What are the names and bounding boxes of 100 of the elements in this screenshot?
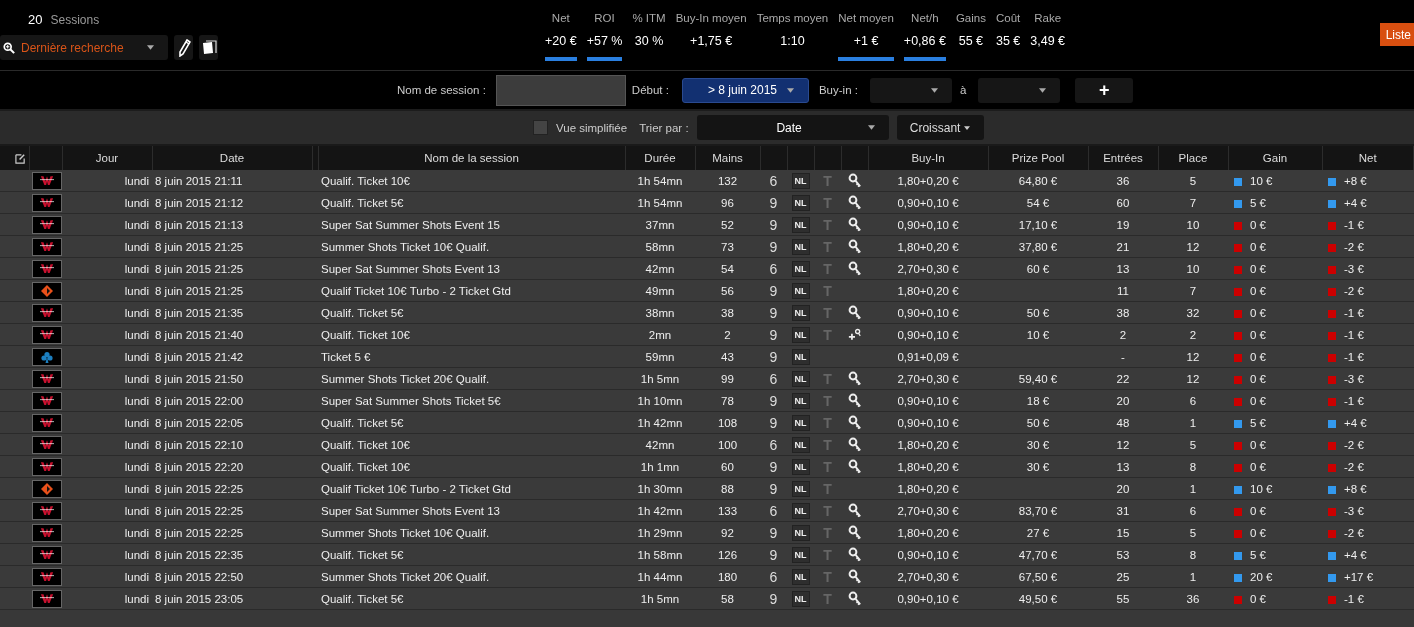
net-cell: -3 € <box>1344 262 1364 275</box>
stat-label: Net/h <box>911 11 939 26</box>
stat-label: Coût <box>995 11 1021 26</box>
column-header[interactable]: Nom de la session <box>318 146 625 170</box>
search-dropdown[interactable]: Dernière recherche <box>0 35 168 60</box>
gain-cell: 0 € <box>1250 284 1266 297</box>
simplified-checkbox[interactable] <box>533 120 548 135</box>
day-cell: lundi <box>62 235 152 258</box>
column-header[interactable]: Prize Pool <box>988 146 1088 170</box>
buyin-label: Buy-in : <box>818 84 858 96</box>
column-header[interactable]: Gain <box>1228 146 1322 170</box>
entries-cell: 38 <box>1088 301 1158 324</box>
room-logo-icon <box>32 589 62 608</box>
column-header[interactable]: Durée <box>625 146 695 170</box>
net-cell: -1 € <box>1344 218 1364 231</box>
place-cell: 2 <box>1158 323 1228 346</box>
entries-cell: 13 <box>1088 257 1158 280</box>
stat-label: Net <box>551 11 570 26</box>
hands-cell: 54 <box>695 257 760 280</box>
hands-cell: 108 <box>695 411 760 434</box>
table-size-cell: 9 <box>760 301 787 324</box>
day-cell: lundi <box>62 433 152 456</box>
copy-button[interactable] <box>199 35 218 60</box>
buyin-cell: 0,90+0,10 € <box>868 323 988 346</box>
prize-pool-cell: 18 € <box>1026 394 1050 407</box>
table-size-cell: 9 <box>760 477 787 500</box>
table-size-cell: 9 <box>760 279 787 302</box>
hands-cell: 58 <box>695 587 760 610</box>
place-cell: 5 <box>1158 170 1228 192</box>
session-name-cell: Super Sat Summer Shots Ticket 5€ <box>318 389 625 412</box>
start-dropdown[interactable]: > 8 juin 2015 <box>681 77 809 103</box>
prize-pool-cell: 30 € <box>1026 460 1050 473</box>
date-cell: 8 juin 2015 21:25 <box>152 235 312 258</box>
table-size-cell: 6 <box>760 170 787 192</box>
gain-cell: 0 € <box>1250 218 1266 231</box>
room-logo-icon <box>32 413 62 432</box>
edit-button[interactable] <box>174 35 193 60</box>
entries-cell: 60 <box>1088 191 1158 214</box>
column-header[interactable]: Buy-In <box>868 146 988 170</box>
net-cell: +4 € <box>1344 416 1367 429</box>
prize-pool-cell: 37,80 € <box>1018 240 1058 253</box>
buyin-cell: 1,80+0,20 € <box>868 455 988 478</box>
date-cell: 8 juin 2015 22:10 <box>152 433 312 456</box>
key-icon <box>847 194 862 211</box>
add-button[interactable]: + <box>1075 77 1134 103</box>
session-name-cell: Qualif Ticket 10€ Turbo - 2 Ticket Gtd <box>318 279 625 302</box>
buyin-cell: 0,90+0,10 € <box>868 191 988 214</box>
date-cell: 8 juin 2015 22:25 <box>152 521 312 544</box>
room-logo-icon <box>32 501 62 520</box>
order-button[interactable]: Croissant <box>896 115 984 140</box>
room-logo-icon <box>32 391 62 410</box>
day-cell: lundi <box>62 279 152 302</box>
buyin-cell: 0,90+0,10 € <box>868 543 988 566</box>
stat-label: ROI <box>594 11 615 26</box>
place-cell: 12 <box>1158 367 1228 390</box>
net-cell: +4 € <box>1344 196 1367 209</box>
column-header[interactable]: Jour <box>62 146 152 170</box>
limit-tag: NL <box>791 480 810 497</box>
stat-label: % ITM <box>632 11 666 26</box>
session-name-cell: Qualif. Ticket 10€ <box>318 455 625 478</box>
place-cell: 8 <box>1158 455 1228 478</box>
caret-icon <box>930 87 938 93</box>
table-size-cell: 6 <box>760 257 787 280</box>
session-name-field[interactable] <box>495 74 626 106</box>
entries-cell: 21 <box>1088 235 1158 258</box>
entries-cell: 11 <box>1088 279 1158 302</box>
stat-value: +1,75 € <box>690 34 733 50</box>
buyin-cell: 1,80+0,20 € <box>868 433 988 456</box>
session-name-cell: Qualif. Ticket 5€ <box>318 301 625 324</box>
session-name-cell: Qualif. Ticket 5€ <box>318 191 625 214</box>
to-label: à <box>959 84 967 96</box>
hands-cell: 78 <box>695 389 760 412</box>
entries-cell: 2 <box>1088 323 1158 346</box>
prize-pool-cell: 59,40 € <box>1018 372 1058 385</box>
room-logo-icon <box>32 479 62 498</box>
session-name-cell: Summer Shots Ticket 20€ Qualif. <box>318 367 625 390</box>
date-cell: 8 juin 2015 21:42 <box>152 345 312 368</box>
column-header[interactable]: Date <box>152 146 312 170</box>
duration-cell: 2mn <box>625 323 695 346</box>
column-header[interactable]: Mains <box>695 146 760 170</box>
column-header[interactable]: Net <box>1322 146 1414 170</box>
hands-cell: 56 <box>695 279 760 302</box>
net-cell: +17 € <box>1344 570 1374 583</box>
entries-cell: 25 <box>1088 565 1158 588</box>
limit-tag: NL <box>791 524 810 541</box>
day-cell: lundi <box>62 301 152 324</box>
buyin-cell: 0,90+0,10 € <box>868 587 988 610</box>
key-icon <box>847 590 862 607</box>
prize-pool-cell: 64,80 € <box>1018 174 1058 187</box>
day-cell: lundi <box>62 170 152 192</box>
sort-dropdown[interactable]: Date <box>696 115 889 140</box>
column-header[interactable]: Entrées <box>1088 146 1158 170</box>
list-button[interactable]: Liste <box>1379 23 1414 46</box>
limit-tag: NL <box>791 458 810 475</box>
sessions-label: Sessions <box>50 13 100 27</box>
buyin-cell: 2,70+0,30 € <box>868 499 988 522</box>
prize-pool-cell: 83,70 € <box>1018 504 1058 517</box>
duration-cell: 1h 58mn <box>625 543 695 566</box>
hands-cell: 133 <box>695 499 760 522</box>
column-header[interactable]: Place <box>1158 146 1228 170</box>
